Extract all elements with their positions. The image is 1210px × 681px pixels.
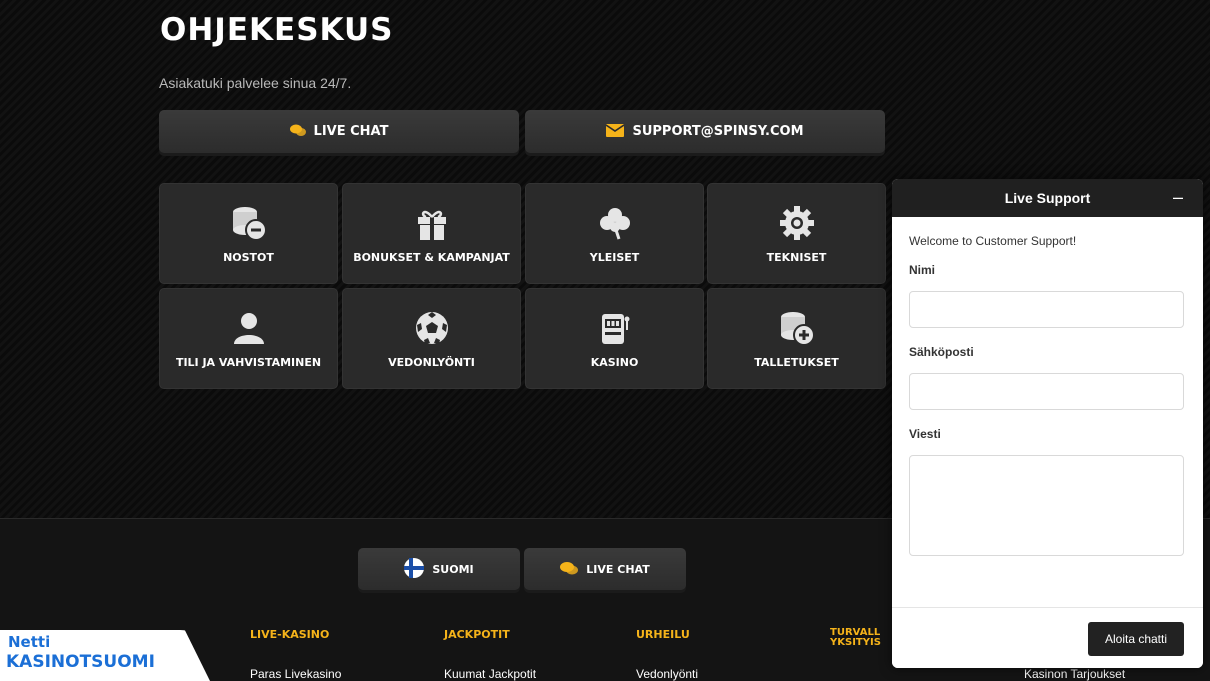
minimize-button[interactable]: – <box>1173 187 1183 208</box>
logo-line-2: KASINOTSUOMI <box>6 652 155 672</box>
chat-widget-title: Live Support <box>1004 190 1091 206</box>
finland-flag-icon <box>404 557 425 581</box>
chat-bubble-icon <box>289 124 306 140</box>
email-label: Sähköposti <box>909 345 974 359</box>
coins-plus-icon <box>777 308 817 348</box>
category-label: VEDONLYÖNTI <box>388 356 475 369</box>
footer-link-kuumat-jackpotit[interactable]: Kuumat Jackpotit <box>444 667 536 681</box>
message-label: Viesti <box>909 427 941 441</box>
page-subtitle: Asiakatuki palvelee sinua 24/7. <box>159 75 352 91</box>
message-textarea[interactable] <box>909 455 1184 556</box>
gear-icon <box>777 203 817 243</box>
soccer-ball-icon <box>412 308 452 348</box>
category-bonukset[interactable]: BONUKSET & KAMPANJAT <box>342 183 521 284</box>
category-tili[interactable]: TILI JA VAHVISTAMINEN <box>159 288 338 389</box>
email-input[interactable] <box>909 373 1184 410</box>
footer-heading-turvallisuus: TURVALL YKSITYIS <box>830 627 881 648</box>
email-support-button[interactable]: SUPPORT@SPINSY.COM <box>525 110 885 153</box>
category-vedonlyonti[interactable]: VEDONLYÖNTI <box>342 288 521 389</box>
name-input[interactable] <box>909 291 1184 328</box>
category-kasino[interactable]: KASINO <box>525 288 704 389</box>
category-talletukset[interactable]: TALLETUKSET <box>707 288 886 389</box>
envelope-icon <box>606 123 625 140</box>
footer-live-chat-label: LIVE CHAT <box>586 562 650 576</box>
language-selector-button[interactable]: SUOMI <box>358 548 520 590</box>
footer-heading-jackpotit: JACKPOTIT <box>444 628 510 641</box>
chat-widget-footer: Aloita chatti <box>892 607 1203 668</box>
footer-live-chat-button[interactable]: LIVE CHAT <box>524 548 686 590</box>
clover-icon <box>595 203 635 243</box>
footer-heading-urheilu: URHEILU <box>636 628 690 641</box>
name-label: Nimi <box>909 263 936 277</box>
category-yleiset[interactable]: YLEISET <box>525 183 704 284</box>
category-label: KASINO <box>590 356 639 369</box>
category-label: BONUKSET & KAMPANJAT <box>353 251 510 264</box>
live-chat-button[interactable]: LIVE CHAT <box>159 110 519 153</box>
live-support-widget: Live Support – Welcome to Customer Suppo… <box>892 179 1203 668</box>
category-label: TALLETUKSET <box>754 356 839 369</box>
slot-machine-icon <box>595 308 635 348</box>
category-label: TEKNISET <box>766 251 827 264</box>
netti-kasinot-suomi-logo[interactable]: Netti KASINOTSUOMI <box>0 630 210 681</box>
category-label: YLEISET <box>589 251 640 264</box>
coins-minus-icon <box>229 203 269 243</box>
footer-link-vedonlyonti[interactable]: Vedonlyönti <box>636 667 698 681</box>
footer-heading-live-kasino: LIVE-KASINO <box>250 628 330 641</box>
page-title: OHJEKESKUS <box>160 12 394 48</box>
user-icon <box>229 308 269 348</box>
category-tekniset[interactable]: TEKNISET <box>707 183 886 284</box>
chat-widget-header: Live Support – <box>892 179 1203 217</box>
chat-welcome-text: Welcome to Customer Support! <box>909 234 1077 248</box>
email-support-label: SUPPORT@SPINSY.COM <box>632 124 804 139</box>
footer-link-kasinon-tarjoukset[interactable]: Kasinon Tarjoukset <box>1024 667 1125 681</box>
category-label: TILI JA VAHVISTAMINEN <box>175 356 322 369</box>
live-chat-label: LIVE CHAT <box>313 124 389 139</box>
category-nostot[interactable]: NOSTOT <box>159 183 338 284</box>
footer-link-paras-livekasino[interactable]: Paras Livekasino <box>250 667 341 681</box>
gift-icon <box>412 203 452 243</box>
start-chat-button[interactable]: Aloita chatti <box>1088 622 1184 656</box>
language-label: SUOMI <box>432 562 474 576</box>
logo-line-1: Netti <box>8 633 51 651</box>
category-label: NOSTOT <box>223 251 274 264</box>
chat-bubble-icon <box>560 561 579 578</box>
